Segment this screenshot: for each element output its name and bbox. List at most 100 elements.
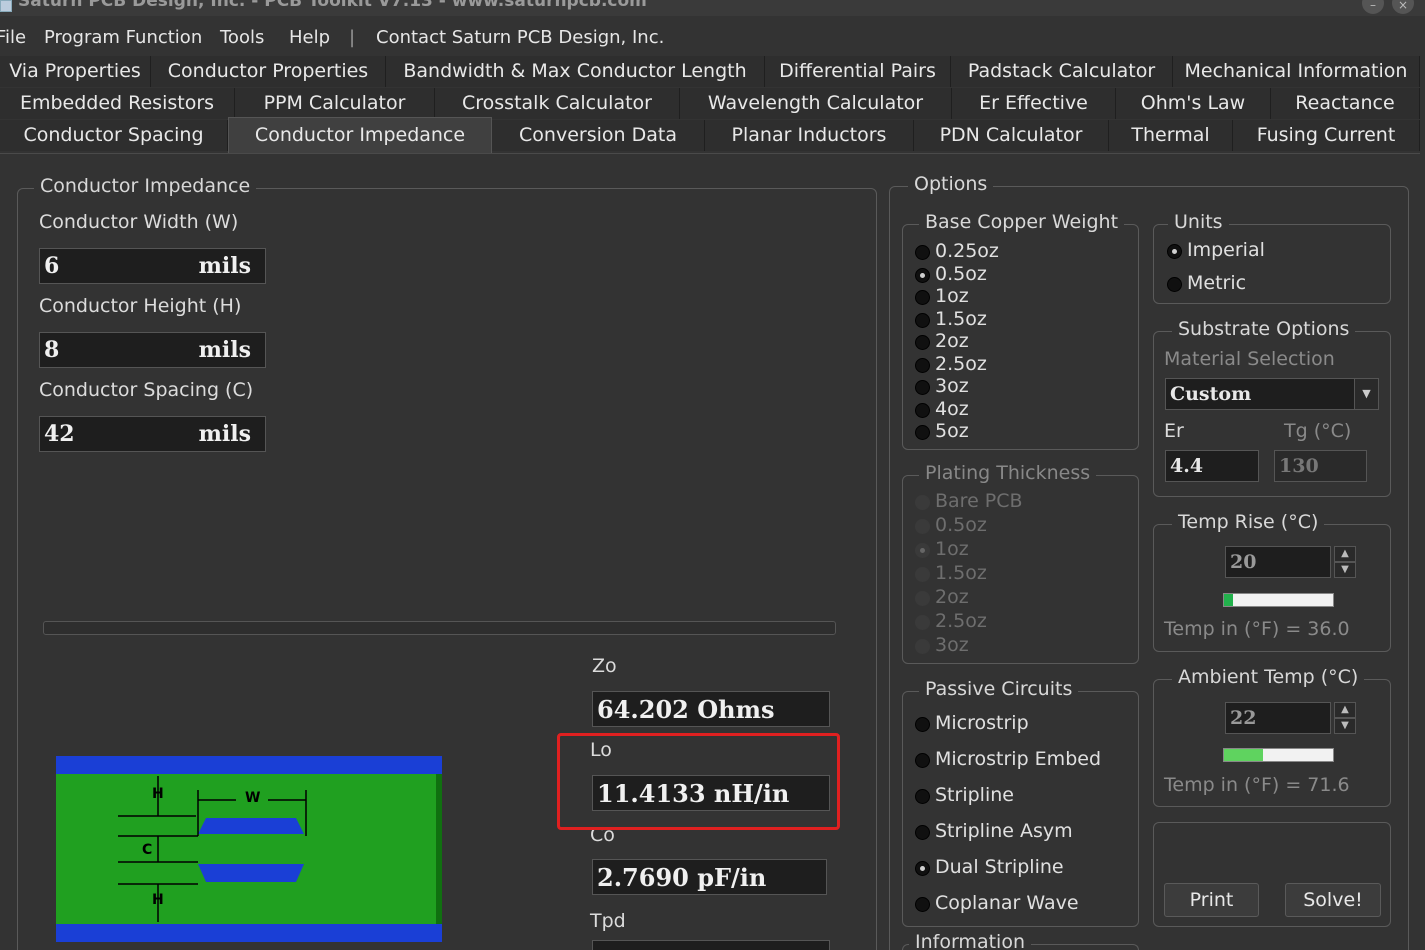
radio-dot-icon [915, 519, 930, 534]
passive-radio-label: Stripline Asym [935, 820, 1073, 842]
base-copper-title: Base Copper Weight [919, 211, 1125, 233]
tab-ppm-calculator[interactable]: PPM Calculator [235, 88, 435, 119]
tg-label: Tg (°C) [1284, 420, 1352, 442]
tab-reactance[interactable]: Reactance [1271, 88, 1420, 119]
tab-conductor-properties[interactable]: Conductor Properties [151, 56, 386, 87]
minimize-button[interactable]: – [1362, 0, 1384, 14]
radio-dot-icon [915, 753, 930, 768]
tab-embedded-resistors[interactable]: Embedded Resistors [0, 88, 235, 119]
ambient-title: Ambient Temp (°C) [1172, 666, 1365, 688]
plating-title: Plating Thickness [919, 462, 1097, 484]
tab-differential-pairs[interactable]: Differential Pairs [765, 56, 951, 87]
diagram-h-label-bottom: H [152, 892, 164, 908]
tab-crosstalk-calculator[interactable]: Crosstalk Calculator [435, 88, 680, 119]
tab-bandwidth[interactable]: Bandwidth & Max Conductor Length [386, 56, 765, 87]
tab-er-effective[interactable]: Er Effective [952, 88, 1116, 119]
copper-radio-label: 1oz [935, 285, 969, 307]
menu-file[interactable]: File [0, 27, 26, 48]
radio-dot-icon [915, 591, 930, 606]
copper-radio-label: 2.5oz [935, 352, 987, 375]
radio-dot-icon [915, 639, 930, 654]
passive-radio-label: Coplanar Wave [935, 892, 1079, 914]
material-select[interactable]: Custom ▼ [1165, 378, 1379, 410]
temp-rise-up-icon[interactable]: ▲ [1334, 546, 1356, 562]
tab-wavelength-calculator[interactable]: Wavelength Calculator [680, 88, 952, 119]
radio-dot-icon [915, 615, 930, 630]
radio-dot-icon [1167, 244, 1182, 259]
plating-radio-label: Bare PCB [935, 490, 1023, 512]
print-button[interactable]: Print [1164, 883, 1259, 917]
information-title: Information [909, 931, 1031, 950]
radio-dot-icon [915, 267, 930, 283]
radio-dot-icon [915, 335, 930, 350]
height-unit: mils [198, 337, 251, 363]
temp-rise-down-icon[interactable]: ▼ [1334, 562, 1356, 578]
height-label: Conductor Height (H) [39, 295, 242, 317]
close-button[interactable]: × [1392, 0, 1414, 14]
spacing-label: Conductor Spacing (C) [39, 379, 254, 401]
radio-dot-icon [915, 567, 930, 582]
tab-conductor-impedance[interactable]: Conductor Impedance [228, 117, 492, 153]
tab-pdn-calculator[interactable]: PDN Calculator [914, 120, 1109, 151]
tab-fusing-current[interactable]: Fusing Current [1233, 120, 1420, 151]
ambient-input[interactable]: 22 [1225, 702, 1331, 734]
tab-row-3: Conductor Spacing Conductor Impedance Co… [0, 117, 1420, 153]
solve-button[interactable]: Solve! [1285, 883, 1381, 917]
tab-conversion-data[interactable]: Conversion Data [492, 120, 705, 151]
passive-radio-label: Microstrip Embed [935, 748, 1101, 770]
radio-dot-icon [915, 425, 930, 440]
width-input[interactable]: 6 mils [39, 248, 266, 284]
options-title: Options [908, 173, 994, 195]
material-value: Custom [1170, 383, 1252, 405]
temp-rise-fahrenheit: Temp in (°F) = 36.0 [1164, 618, 1350, 640]
ambient-bar [1223, 748, 1334, 762]
stripline-diagram-svg [56, 756, 442, 942]
tab-thermal[interactable]: Thermal [1109, 120, 1233, 151]
tab-ohms-law[interactable]: Ohm's Law [1116, 88, 1271, 119]
plating-radio-label: 2.5oz [935, 610, 987, 632]
conductor-impedance-title: Conductor Impedance [34, 175, 257, 197]
radio-dot-icon [915, 245, 930, 260]
radio-dot-icon [915, 402, 930, 418]
separator-bar [43, 621, 836, 635]
menu-help[interactable]: Help [289, 27, 330, 48]
copper-radio-label: 5oz [935, 420, 969, 442]
er-input[interactable]: 4.4 [1165, 450, 1259, 482]
ambient-up-icon[interactable]: ▲ [1334, 702, 1356, 718]
title-bar: Saturn PCB Design, Inc. - PCB Toolkit V7… [0, 0, 1425, 16]
stripline-diagram: H W C H [56, 756, 442, 942]
tab-padstack-calculator[interactable]: Padstack Calculator [951, 56, 1173, 87]
highlight-box [557, 733, 840, 830]
passive-radio-label: Dual Stripline [935, 856, 1064, 878]
copper-radio-label: 4oz [935, 397, 969, 420]
menu-program-function[interactable]: Program Function [44, 27, 202, 48]
radio-dot-icon [915, 357, 930, 373]
radio-dot-icon [915, 825, 930, 840]
radio-dot-icon [915, 897, 930, 912]
window-title: Saturn PCB Design, Inc. - PCB Toolkit V7… [18, 0, 647, 11]
co-result: 2.7690 pF/in [592, 859, 827, 895]
tab-planar-inductors[interactable]: Planar Inductors [705, 120, 914, 151]
ambient-down-icon[interactable]: ▼ [1334, 718, 1356, 734]
tpd-result [592, 940, 830, 950]
tab-mechanical-information[interactable]: Mechanical Information [1173, 56, 1420, 87]
copper-radio-label: 0.25oz [935, 240, 999, 262]
passive-radio-label: Microstrip [935, 712, 1029, 734]
chevron-down-icon[interactable]: ▼ [1354, 379, 1378, 409]
plating-radio-label: 1.5oz [935, 562, 987, 584]
radio-dot-icon [915, 380, 930, 395]
information-group: Information [902, 931, 1139, 950]
menu-contact[interactable]: Contact Saturn PCB Design, Inc. [376, 27, 664, 48]
tab-conductor-spacing[interactable]: Conductor Spacing [0, 120, 228, 151]
diagram-h-label-top: H [152, 786, 164, 802]
tab-row-1: Via Properties Conductor Properties Band… [0, 56, 1420, 87]
radio-dot-icon [1167, 277, 1182, 292]
height-input[interactable]: 8 mils [39, 332, 266, 368]
passive-radio-label: Stripline [935, 784, 1014, 806]
tab-via-properties[interactable]: Via Properties [0, 56, 151, 87]
spacing-input[interactable]: 42 mils [39, 416, 266, 452]
menu-tools[interactable]: Tools [220, 27, 264, 48]
tpd-label: Tpd [590, 910, 626, 932]
temp-rise-input[interactable]: 20 [1225, 546, 1331, 578]
radio-dot-icon [915, 717, 930, 732]
